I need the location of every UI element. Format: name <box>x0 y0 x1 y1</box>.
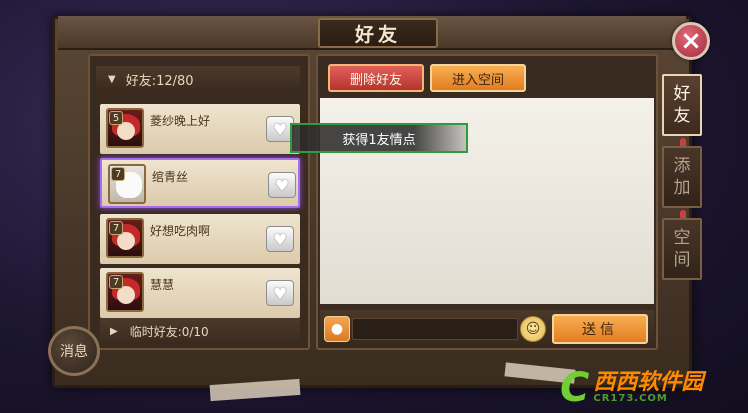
watermark-icon: C <box>560 364 590 411</box>
friend-name: 慧慧 <box>150 278 175 292</box>
page-title: 好友 <box>318 18 438 48</box>
toast-message: 获得1友情点 <box>290 123 468 153</box>
avatar: 7 <box>108 164 146 204</box>
watermark-brand: 西西软件园 <box>593 369 704 395</box>
delete-friend-button[interactable]: 删除好友 <box>328 64 424 92</box>
watermark-logo: C 西西软件园 CR173.COM <box>560 362 748 413</box>
heart-icon: ♥ <box>274 175 290 195</box>
send-button[interactable]: 送信 <box>552 314 648 344</box>
friend-name: 好想吃肉啊 <box>150 224 211 238</box>
send-heart-button[interactable]: ♥ <box>266 226 294 252</box>
avatar: 5 <box>106 108 144 148</box>
close-button[interactable]: × <box>672 22 710 60</box>
send-heart-button[interactable]: ♥ <box>266 280 294 306</box>
heart-icon: ♥ <box>272 229 288 249</box>
message-button[interactable]: 消息 <box>48 326 100 376</box>
temp-friend-header[interactable]: ▶ 临时好友:0/10 <box>100 318 300 344</box>
triangle-icon: ▼ <box>108 73 116 85</box>
heart-icon: ♥ <box>272 283 288 303</box>
enter-space-button[interactable]: 进入空间 <box>430 64 526 92</box>
emoji-icon: ☺ <box>525 321 541 337</box>
friend-count: 好友:12/80 <box>125 73 194 89</box>
friend-list-header[interactable]: ▼ 好友:12/80 <box>96 66 300 92</box>
heart-icon: ♥ <box>272 119 288 139</box>
level-badge: 7 <box>109 221 123 235</box>
friend-list-item[interactable]: 5 菱纱晚上好 ♥ <box>100 104 300 154</box>
voice-button[interactable]: ● <box>324 316 350 342</box>
level-badge: 7 <box>109 275 123 289</box>
send-heart-button[interactable]: ♥ <box>268 172 296 198</box>
triangle-icon: ▶ <box>110 325 118 337</box>
watermark-url: CR173.COM <box>593 392 668 404</box>
tab-add-label: 添 加 <box>673 156 691 198</box>
tab-friends-label: 好 友 <box>673 84 691 126</box>
friend-list-item[interactable]: 7 好想吃肉啊 ♥ <box>100 214 300 264</box>
close-icon: × <box>680 26 702 56</box>
tab-space-label: 空 间 <box>673 228 691 270</box>
temp-friend-count: 临时好友:0/10 <box>129 324 209 339</box>
avatar: 7 <box>106 272 144 312</box>
friend-name: 绾青丝 <box>152 170 189 184</box>
mic-icon: ● <box>330 321 344 337</box>
emoji-button[interactable]: ☺ <box>520 316 546 342</box>
friend-name: 菱纱晚上好 <box>150 114 211 128</box>
friend-list-item-selected[interactable]: 7 绾青丝 ♥ <box>100 158 300 208</box>
chat-input[interactable] <box>352 318 518 340</box>
level-badge: 7 <box>111 167 125 181</box>
tab-friends[interactable]: 好 友 <box>662 74 702 136</box>
tab-space[interactable]: 空 间 <box>662 218 702 280</box>
friend-list-item[interactable]: 7 慧慧 ♥ <box>100 268 300 318</box>
level-badge: 5 <box>109 111 123 125</box>
avatar: 7 <box>106 218 144 258</box>
tab-add[interactable]: 添 加 <box>662 146 702 208</box>
